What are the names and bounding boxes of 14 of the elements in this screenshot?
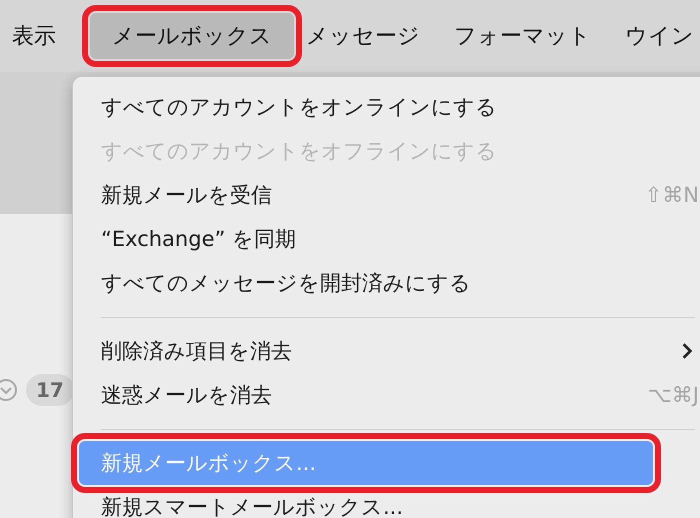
menu-item[interactable]: すべてのアカウントをオンラインにする	[79, 85, 700, 129]
menu-item[interactable]: 迷惑メールを消去 ⌥⌘J	[79, 373, 700, 417]
menu-item[interactable]: 新規スマートメールボックス...	[79, 485, 700, 518]
menu-title[interactable]: 表示	[8, 15, 60, 57]
menu-item[interactable]: “Exchange” を同期	[79, 217, 700, 261]
menu-title[interactable]: メッセージ	[302, 15, 424, 57]
menu-title[interactable]: メールボックス	[90, 13, 294, 59]
menu-item[interactable]: 新規メールを受信 ⇧⌘N	[79, 173, 700, 217]
menu-title[interactable]: フォーマット	[450, 15, 595, 57]
menu-item[interactable]: すべてのメッセージを開封済みにする	[79, 261, 700, 305]
count-badge: 17	[26, 374, 74, 406]
menu-item[interactable]: 削除済み項目を消去	[79, 329, 700, 373]
menu-title[interactable]: ウイン	[621, 15, 698, 57]
chevron-right-icon	[681, 342, 693, 360]
